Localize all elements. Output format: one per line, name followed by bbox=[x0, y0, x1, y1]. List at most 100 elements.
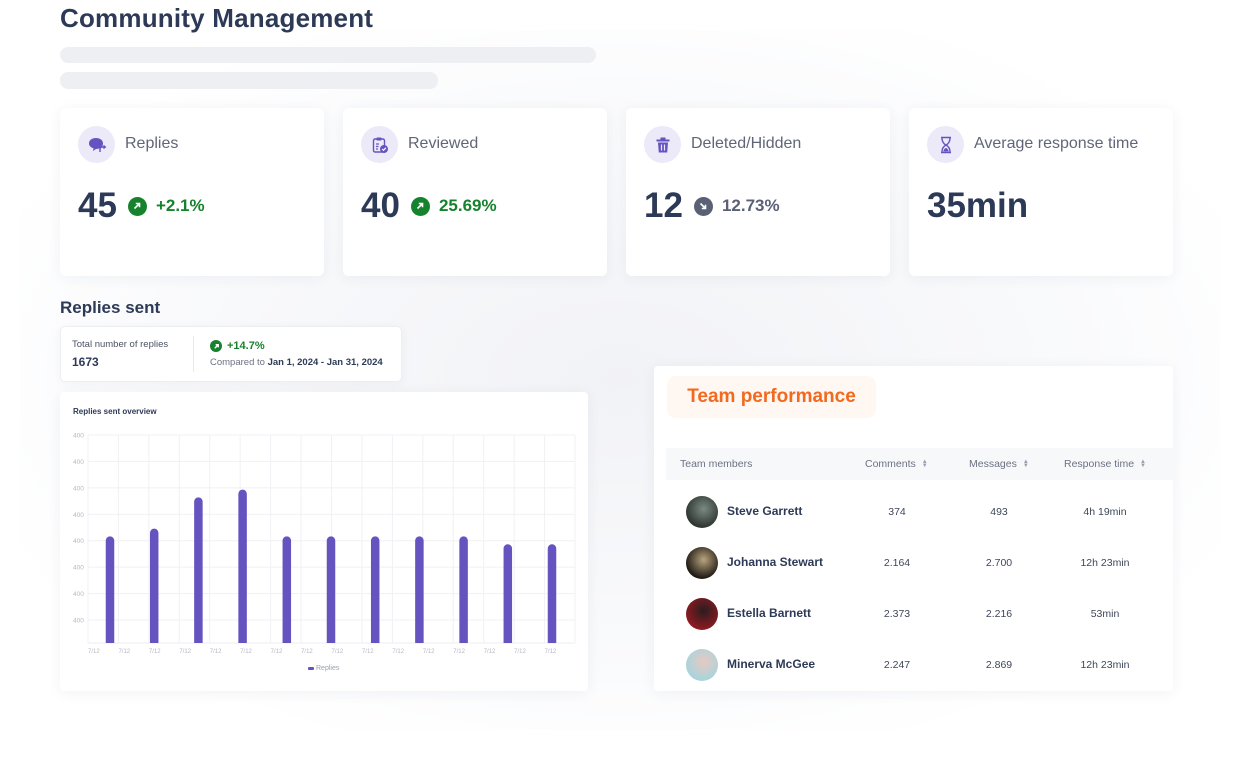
stat-value: 40 bbox=[361, 186, 400, 225]
x-tick-label: 7/12 bbox=[179, 649, 191, 655]
x-tick-label: 7/12 bbox=[484, 649, 496, 655]
table-row[interactable]: Johanna Stewart 2.164 2.700 12h 23min bbox=[666, 534, 1173, 585]
x-tick-label: 7/12 bbox=[362, 649, 374, 655]
x-tick-label: 7/12 bbox=[149, 649, 161, 655]
column-label: Messages bbox=[969, 458, 1017, 470]
x-tick-label: 7/12 bbox=[240, 649, 252, 655]
legend-label: Replies bbox=[316, 665, 340, 672]
x-tick-label: 7/12 bbox=[545, 649, 557, 655]
y-tick-label: 400 bbox=[73, 538, 84, 545]
chart-legend: Replies bbox=[308, 665, 339, 672]
messages-cell: 2.216 bbox=[985, 608, 1013, 620]
y-tick-label: 400 bbox=[73, 618, 84, 625]
messages-cell: 2.700 bbox=[985, 557, 1013, 569]
member-name: Steve Garrett bbox=[727, 504, 803, 518]
x-tick-label: 7/12 bbox=[453, 649, 465, 655]
chat-reply-icon bbox=[78, 126, 115, 163]
sort-icon[interactable]: ▲ ▼ bbox=[1140, 459, 1146, 469]
divider bbox=[193, 336, 194, 372]
member-name: Johanna Stewart bbox=[727, 555, 824, 569]
stat-label: Deleted/Hidden bbox=[691, 135, 802, 152]
bar bbox=[194, 497, 203, 643]
bar bbox=[370, 536, 380, 643]
skeleton-line bbox=[60, 72, 438, 89]
column-label: Comments bbox=[865, 458, 916, 470]
stat-card-replies: Replies 45 +2.1% bbox=[60, 108, 324, 276]
total-replies-value: 1673 bbox=[72, 355, 99, 369]
stat-value: 45 bbox=[78, 186, 117, 225]
column-header-team-members: Team members bbox=[680, 458, 752, 470]
clipboard-check-icon bbox=[361, 126, 398, 163]
bar bbox=[282, 536, 292, 643]
column-header-response-time[interactable]: Response time ▲ ▼ bbox=[1064, 458, 1146, 470]
team-title-badge: Team performance bbox=[667, 376, 876, 418]
bar bbox=[238, 489, 247, 643]
table-row[interactable]: Estella Barnett 2.373 2.216 53min bbox=[666, 585, 1173, 636]
y-tick-label: 400 bbox=[73, 433, 84, 440]
x-tick-label: 7/12 bbox=[392, 649, 404, 655]
x-tick-label: 7/12 bbox=[271, 649, 283, 655]
stat-label: Replies bbox=[125, 135, 179, 152]
x-tick-label: 7/12 bbox=[301, 649, 313, 655]
stat-value: 35min bbox=[927, 186, 1029, 225]
x-tick-label: 7/12 bbox=[514, 649, 526, 655]
replies-change: +14.7% bbox=[227, 340, 265, 352]
column-label: Team members bbox=[680, 458, 753, 470]
table-row[interactable]: Steve Garrett 374 493 4h 19min bbox=[666, 483, 1173, 534]
member-name: Estella Barnett bbox=[727, 606, 812, 620]
comments-cell: 2.164 bbox=[883, 557, 911, 569]
total-replies-label: Total number of replies bbox=[72, 339, 169, 350]
team-title: Team performance bbox=[687, 386, 856, 407]
y-tick-label: 400 bbox=[73, 485, 84, 492]
compared-prefix: Compared to bbox=[210, 357, 265, 368]
messages-cell: 493 bbox=[990, 506, 1008, 518]
member-name: Minerva McGee bbox=[727, 657, 816, 671]
trend-change: 12.73% bbox=[721, 196, 780, 215]
sort-icon[interactable]: ▲ ▼ bbox=[1023, 459, 1029, 469]
compared-range-text: Compared to Jan 1, 2024 - Jan 31, 2024 bbox=[210, 357, 383, 368]
hourglass-icon bbox=[927, 126, 964, 163]
stat-card-average-response-time: Average response time 35min bbox=[909, 108, 1173, 276]
x-tick-label: 7/12 bbox=[332, 649, 344, 655]
table-row[interactable]: Minerva McGee 2.247 2.869 12h 23min bbox=[666, 636, 1173, 687]
bar bbox=[459, 536, 468, 643]
stat-label: Average response time bbox=[974, 135, 1139, 152]
y-tick-label: 400 bbox=[73, 459, 84, 466]
x-tick-label: 7/12 bbox=[118, 649, 130, 655]
x-tick-label: 7/12 bbox=[210, 649, 222, 655]
replies-chart-card: Replies sent overview 400 400 400 400 400 400… bbox=[60, 392, 588, 691]
response-time-cell: 53min bbox=[1090, 608, 1120, 620]
comments-cell: 2.247 bbox=[883, 659, 911, 671]
team-performance-card: Team performance Team members Comments ▲… bbox=[654, 366, 1173, 691]
sort-icon[interactable]: ▲ ▼ bbox=[922, 459, 928, 469]
response-time-cell: 12h 23min bbox=[1080, 659, 1130, 671]
response-time-cell: 12h 23min bbox=[1080, 557, 1130, 569]
column-header-comments[interactable]: Comments ▲ ▼ bbox=[865, 458, 928, 470]
comments-cell: 374 bbox=[888, 506, 906, 518]
stat-card-deleted-hidden: Deleted/Hidden 12 12.73% bbox=[626, 108, 890, 276]
bar bbox=[326, 536, 336, 643]
response-time-cell: 4h 19min bbox=[1083, 506, 1127, 518]
avatar bbox=[686, 598, 718, 630]
avatar bbox=[686, 649, 718, 681]
avatar bbox=[686, 547, 718, 579]
x-tick-label: 7/12 bbox=[423, 649, 435, 655]
table-header: Team members Comments ▲ ▼ Messages ▲ ▼ Res… bbox=[666, 448, 1173, 480]
section-title-replies-sent: Replies sent bbox=[60, 298, 161, 317]
column-label: Response time bbox=[1064, 458, 1135, 470]
trend-down-icon bbox=[693, 196, 713, 216]
column-header-messages[interactable]: Messages ▲ ▼ bbox=[969, 458, 1029, 470]
replies-bar-chart: 400 400 400 400 400 400 400 400 7/12 7/12 7/12 7/12… bbox=[73, 433, 576, 655]
messages-cell: 2.869 bbox=[985, 659, 1013, 671]
trend-up-icon bbox=[410, 196, 430, 216]
stat-value: 12 bbox=[644, 186, 683, 225]
skeleton-line bbox=[60, 47, 596, 63]
trash-icon bbox=[644, 126, 681, 163]
legend-swatch bbox=[308, 667, 314, 670]
avatar bbox=[686, 496, 718, 528]
compared-range: Jan 1, 2024 - Jan 31, 2024 bbox=[267, 357, 383, 368]
bar bbox=[415, 536, 424, 643]
y-tick-label: 400 bbox=[73, 512, 84, 519]
stat-card-reviewed: Reviewed 40 25.69% bbox=[343, 108, 607, 276]
bar bbox=[105, 536, 115, 643]
